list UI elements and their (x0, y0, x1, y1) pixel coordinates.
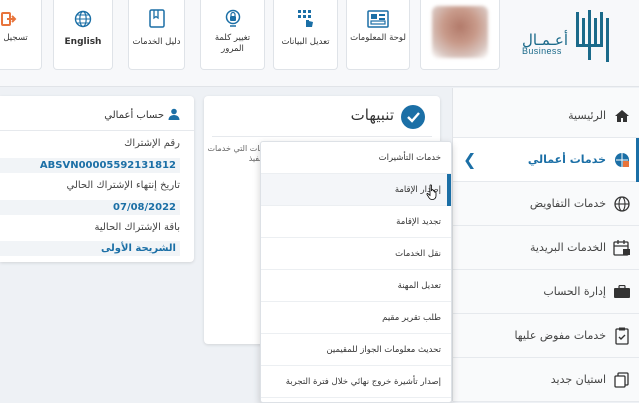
home-icon (612, 109, 632, 123)
menu-item-label: إصدار تأشيرة خروج نهائي خلال فترة التجرب… (285, 376, 441, 387)
account-title: حساب أعمالي (104, 108, 180, 123)
sidebar-item-label: استيان جديد (550, 373, 606, 386)
sidebar-item-label: خدمات أعمالي (527, 153, 606, 166)
expiry-date-label: تاريخ إنتهاء الإشتراك الحالي (66, 180, 181, 191)
user-icon (168, 108, 180, 123)
logout-label: تسجيل الخ (0, 33, 28, 43)
sidebar-item-account-management[interactable]: إدارة الحساب (453, 270, 639, 314)
menu-item-label: تجديد الإقامة (396, 216, 441, 227)
chevron-left-icon: ❮ (463, 150, 477, 169)
edit-data-label: تعديل البيانات (281, 37, 330, 47)
sidebar-item-label: إدارة الحساب (543, 285, 606, 298)
touch-edit-icon (297, 8, 315, 30)
divider (212, 136, 432, 137)
dashboard-icon (367, 8, 389, 30)
lock-change-icon (223, 8, 243, 30)
package-label: باقة الإشتراك الحالية (94, 222, 181, 233)
change-password-label: تغيير كلمة المرور (214, 33, 251, 54)
sidebar-item-delegated-services[interactable]: خدمات مفوض عليها (453, 314, 639, 358)
hover-accent-bar (447, 174, 451, 206)
menu-item-label: خدمات التأشيرات (378, 152, 441, 163)
menu-item-issue-iqama[interactable]: إصدار الإقامة (261, 174, 451, 206)
logout-icon (1, 8, 17, 30)
subscription-number-label: رقم الإشتراك (124, 138, 180, 149)
expiry-date-value: 07/08/2022 (0, 200, 180, 215)
logo-english: Business (522, 46, 562, 56)
sidebar-item-label: خدمات مفوض عليها (514, 329, 606, 342)
menu-item-visa-services[interactable]: خدمات التأشيرات (261, 142, 451, 174)
hand-cursor-icon (426, 184, 437, 200)
package-value: الشريحة الأولى (0, 241, 180, 256)
account-title-text: حساب أعمالي (104, 110, 164, 121)
notifications-title: تنبيهات (350, 106, 394, 124)
notification-icon (400, 104, 426, 134)
sidebar-item-delegation-services[interactable]: خدمات التفاويض (453, 182, 639, 226)
sidebar-item-postal-services[interactable]: الخدمات البريدية (453, 226, 639, 270)
my-account-card: حساب أعمالي رقم الإشتراك ABSVN0000559213… (0, 96, 194, 262)
top-header: تسجيل الخ English دليل الخدمات تغيير كلم… (0, 0, 639, 87)
sidebar-item-home[interactable]: الرئيسية (453, 94, 639, 138)
info-board-button[interactable]: لوحة المعلومات (346, 0, 410, 70)
clipboard-check-icon (612, 327, 632, 345)
globe-icon (612, 195, 632, 212)
menu-item-update-passport[interactable]: تحديث معلومات الجواز للمقيمين (261, 334, 451, 366)
sidebar-item-new-survey[interactable]: استيان جديد (453, 358, 639, 402)
change-password-button[interactable]: تغيير كلمة المرور (200, 0, 265, 70)
menu-item-renew-iqama[interactable]: تجديد الإقامة (261, 206, 451, 238)
divider (0, 130, 194, 131)
info-board-label: لوحة المعلومات (350, 33, 406, 43)
menu-item-label: نقل الخدمات (395, 248, 441, 259)
services-guide-label: دليل الخدمات (132, 37, 181, 47)
language-button[interactable]: English (53, 0, 113, 70)
notifications-text: مات التي خدمات تنفيذ (207, 144, 264, 163)
copy-icon (612, 371, 632, 388)
business-services-submenu: خدمات التأشيرات إصدار الإقامة تجديد الإق… (260, 141, 452, 403)
menu-item-resident-report[interactable]: طلب تقرير مقيم (261, 302, 451, 334)
avatar[interactable] (420, 0, 500, 70)
edit-data-button[interactable]: تعديل البيانات (273, 0, 338, 70)
main-sidebar: الرئيسية ❮ خدمات أعمالي خدمات التفاويض ا… (452, 88, 639, 402)
menu-item-label: تعديل المهنة (397, 280, 441, 291)
briefcase-icon (612, 284, 632, 299)
sidebar-item-business-services[interactable]: ❮ خدمات أعمالي (453, 138, 639, 182)
sidebar-item-label: الخدمات البريدية (530, 241, 606, 254)
menu-item-transfer-services[interactable]: نقل الخدمات (261, 238, 451, 270)
globe-icon (74, 8, 92, 30)
book-icon (148, 8, 166, 30)
logout-button[interactable]: تسجيل الخ (0, 0, 42, 70)
sidebar-item-label: الرئيسية (568, 109, 606, 122)
menu-item-label: طلب تقرير مقيم (382, 312, 441, 323)
menu-item-final-exit-visa[interactable]: إصدار تأشيرة خروج نهائي خلال فترة التجرب… (261, 366, 451, 398)
menu-item-label: تحديث معلومات الجواز للمقيمين (326, 344, 441, 355)
sidebar-item-label: خدمات التفاويض (529, 197, 606, 210)
services-guide-button[interactable]: دليل الخدمات (128, 0, 185, 70)
business-services-icon (612, 151, 632, 169)
subscription-number-value: ABSVN00005592131812 (0, 158, 180, 173)
calendar-mail-icon (612, 239, 632, 256)
language-label: English (64, 37, 102, 47)
menu-item-change-profession[interactable]: تعديل المهنة (261, 270, 451, 302)
